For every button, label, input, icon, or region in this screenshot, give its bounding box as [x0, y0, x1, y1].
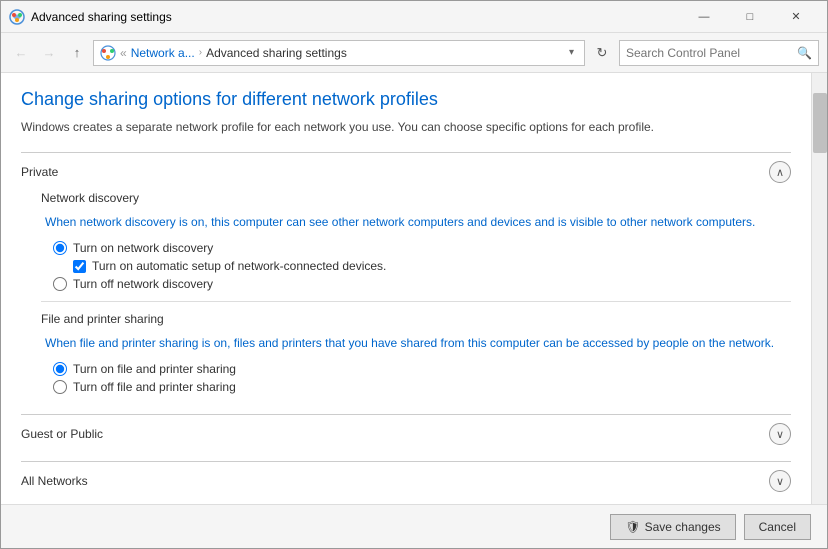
- main-content: Change sharing options for different net…: [1, 73, 811, 504]
- back-button[interactable]: ←: [9, 41, 33, 65]
- up-button[interactable]: ↑: [65, 41, 89, 65]
- guest-public-section-header[interactable]: Guest or Public ∨: [21, 415, 791, 453]
- minimize-button[interactable]: —: [681, 1, 727, 33]
- divider: [41, 301, 791, 302]
- auto-setup-checkbox[interactable]: [73, 260, 86, 273]
- guest-public-toggle-icon: ∨: [776, 428, 784, 441]
- file-sharing-on-input[interactable]: [53, 362, 67, 376]
- breadcrumb-current: Advanced sharing settings: [206, 46, 347, 60]
- radio-off-input[interactable]: [53, 277, 67, 291]
- file-sharing-on-label: Turn on file and printer sharing: [73, 362, 236, 376]
- private-section-toggle[interactable]: ∧: [769, 161, 791, 183]
- all-networks-section-title: All Networks: [21, 474, 769, 488]
- radio-file-sharing-on: Turn on file and printer sharing: [53, 362, 791, 376]
- file-sharing-title: File and printer sharing: [41, 312, 791, 326]
- all-networks-toggle-icon: ∨: [776, 475, 784, 488]
- forward-button[interactable]: →: [37, 41, 61, 65]
- scroll-thumb[interactable]: [813, 93, 827, 153]
- page-description: Windows creates a separate network profi…: [21, 118, 791, 136]
- network-icon: [100, 45, 116, 61]
- title-bar: Advanced sharing settings — □ ✕: [1, 1, 827, 33]
- radio-file-sharing-off: Turn off file and printer sharing: [53, 380, 791, 394]
- private-section: Private ∧ Network discovery When network…: [21, 152, 791, 406]
- breadcrumb-bar: « Network a... › Advanced sharing settin…: [93, 40, 585, 66]
- file-sharing-off-input[interactable]: [53, 380, 67, 394]
- main-window: Advanced sharing settings — □ ✕ ← → ↑ « …: [0, 0, 828, 549]
- guest-public-section-toggle[interactable]: ∨: [769, 423, 791, 445]
- guest-public-section-title: Guest or Public: [21, 427, 769, 441]
- save-label: Save changes: [645, 520, 721, 534]
- radio-off-label: Turn off network discovery: [73, 277, 213, 291]
- breadcrumb-dropdown-button[interactable]: ▾: [565, 45, 578, 60]
- private-section-content: Network discovery When network discovery…: [21, 191, 791, 406]
- window-controls: — □ ✕: [681, 1, 819, 33]
- private-section-title: Private: [21, 165, 769, 179]
- all-networks-section: All Networks ∨: [21, 461, 791, 500]
- network-discovery-title: Network discovery: [41, 191, 791, 205]
- radio-turn-off-discovery: Turn off network discovery: [53, 277, 791, 291]
- close-button[interactable]: ✕: [773, 1, 819, 33]
- save-button[interactable]: 🛡 Save changes: [610, 514, 735, 540]
- cancel-button[interactable]: Cancel: [744, 514, 811, 540]
- refresh-button[interactable]: ↻: [589, 40, 615, 66]
- breadcrumb-parent[interactable]: Network a...: [131, 46, 195, 60]
- breadcrumb-separator1: «: [120, 46, 127, 60]
- all-networks-section-header[interactable]: All Networks ∨: [21, 462, 791, 500]
- guest-public-section: Guest or Public ∨: [21, 414, 791, 453]
- address-bar: ← → ↑ « Network a... › Advanced sharing …: [1, 33, 827, 73]
- footer: 🛡 Save changes Cancel: [1, 504, 827, 548]
- file-sharing-options: Turn on file and printer sharing Turn of…: [41, 362, 791, 394]
- radio-on-input[interactable]: [53, 241, 67, 255]
- private-section-header[interactable]: Private ∧: [21, 153, 791, 191]
- checkbox-auto-setup: Turn on automatic setup of network-conne…: [73, 259, 791, 273]
- file-sharing-off-label: Turn off file and printer sharing: [73, 380, 236, 394]
- search-button[interactable]: 🔍: [797, 46, 812, 60]
- window-title: Advanced sharing settings: [31, 10, 681, 24]
- page-title: Change sharing options for different net…: [21, 89, 791, 110]
- radio-on-label: Turn on network discovery: [73, 241, 213, 255]
- private-toggle-icon: ∧: [776, 166, 784, 179]
- scrollbar[interactable]: [811, 73, 827, 504]
- all-networks-section-toggle[interactable]: ∨: [769, 470, 791, 492]
- network-discovery-options: Turn on network discovery Turn on automa…: [41, 241, 791, 291]
- network-discovery-description: When network discovery is on, this compu…: [41, 213, 791, 231]
- app-icon: [9, 9, 25, 25]
- search-box: 🔍: [619, 40, 819, 66]
- content-area: Change sharing options for different net…: [1, 73, 827, 504]
- file-sharing-description: When file and printer sharing is on, fil…: [41, 334, 791, 352]
- maximize-button[interactable]: □: [727, 1, 773, 33]
- save-icon: 🛡: [625, 520, 640, 534]
- radio-turn-on-discovery: Turn on network discovery: [53, 241, 791, 255]
- search-input[interactable]: [626, 46, 797, 60]
- auto-setup-label: Turn on automatic setup of network-conne…: [92, 259, 386, 273]
- breadcrumb-arrow: ›: [199, 47, 202, 58]
